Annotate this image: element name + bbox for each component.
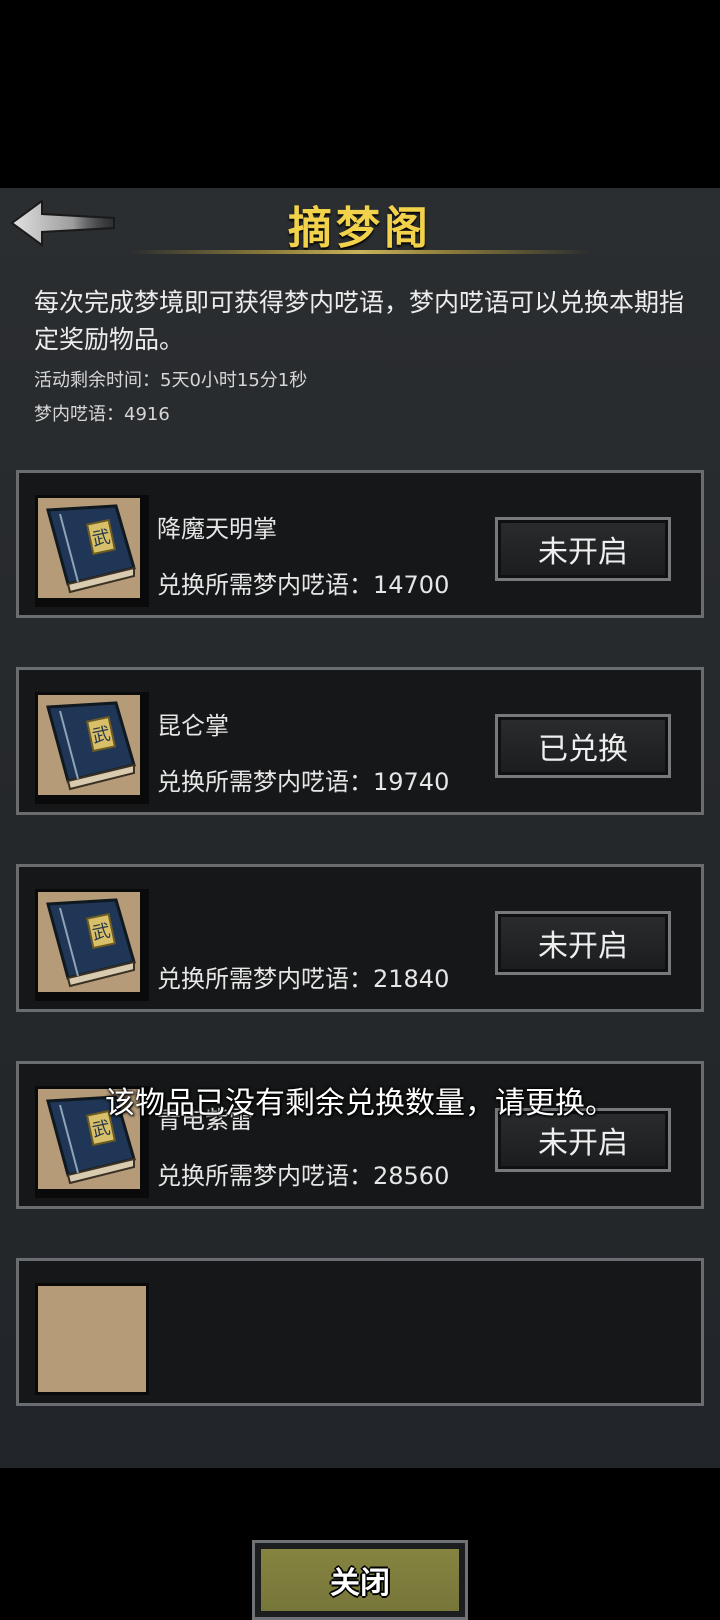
activity-time-remaining: 活动剩余时间：5天0小时15分1秒 (34, 370, 308, 391)
reward-card: 武 降魔天明掌 兑换所需梦内呓语：14700 未开启 (16, 470, 704, 618)
reward-cost: 兑换所需梦内呓语：21840 (157, 965, 450, 993)
close-button[interactable]: 关闭 (252, 1540, 468, 1620)
exchange-status-button[interactable]: 未开启 (495, 911, 671, 975)
exchange-status-button[interactable]: 已兑换 (495, 714, 671, 778)
reward-name: 降魔天明掌 (157, 515, 277, 543)
toast-message: 该物品已没有剩余兑换数量，请更换。 (105, 1086, 615, 1121)
reward-name: 昆仑掌 (157, 712, 229, 740)
reward-list[interactable]: 武 降魔天明掌 兑换所需梦内呓语：14700 未开启 武 昆仑掌 兑换所需梦内呓… (0, 470, 720, 1484)
page-title: 摘梦阁 (288, 203, 432, 254)
martial-book-icon: 武 (35, 692, 149, 804)
reward-cost: 兑换所需梦内呓语：14700 (157, 571, 450, 599)
title-divider (130, 250, 590, 254)
close-button-label: 关闭 (261, 1549, 459, 1611)
martial-book-icon: 武 (35, 495, 149, 607)
exchange-status-button[interactable]: 未开启 (495, 517, 671, 581)
reward-card (16, 1258, 704, 1406)
activity-description: 每次完成梦境即可获得梦内呓语，梦内呓语可以兑换本期指定奖励物品。 (34, 288, 685, 354)
martial-book-icon (35, 1283, 149, 1395)
reward-card: 武 昆仑掌 兑换所需梦内呓语：19740 已兑换 (16, 667, 704, 815)
reward-cost: 兑换所需梦内呓语：28560 (157, 1162, 450, 1190)
exchange-panel: 摘梦阁 每次完成梦境即可获得梦内呓语，梦内呓语可以兑换本期指定奖励物品。 活动剩… (0, 188, 720, 1620)
reward-card: 武 兑换所需梦内呓语：21840 未开启 (16, 864, 704, 1012)
reward-cost: 兑换所需梦内呓语：19740 (157, 768, 450, 796)
currency-balance: 梦内呓语：4916 (34, 404, 170, 425)
martial-book-icon: 武 (35, 889, 149, 1001)
